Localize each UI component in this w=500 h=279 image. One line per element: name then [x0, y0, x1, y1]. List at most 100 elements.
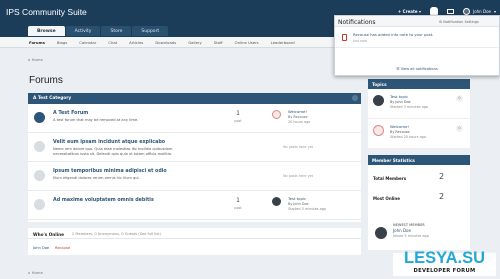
- stat-label: Total Members: [373, 176, 407, 181]
- topics-widget: Test topic By John Doe Started 3 minutes…: [368, 89, 470, 149]
- online-user-link[interactable]: John Doe: [33, 246, 49, 250]
- tab-support[interactable]: Support: [132, 26, 169, 36]
- avatar[interactable]: [272, 110, 281, 119]
- view-all-label: View all notifications: [400, 67, 438, 71]
- breadcrumb[interactable]: ⌂ Home: [28, 57, 43, 62]
- chat-bubble-icon: [34, 170, 45, 181]
- site-title[interactable]: IPS Community Suite: [6, 7, 87, 17]
- reply-count-badge: 0: [456, 95, 463, 102]
- category-header[interactable]: A Test Category: [28, 93, 361, 104]
- topic-title[interactable]: Welcome!: [390, 124, 409, 129]
- collapse-toggle-icon[interactable]: [352, 95, 358, 101]
- forum-name[interactable]: A Test Forum: [53, 111, 88, 116]
- last-post-author: By Recouse: [288, 114, 308, 119]
- last-post-title[interactable]: Test topic: [288, 196, 306, 201]
- avatar[interactable]: [272, 197, 281, 206]
- footer-home-link: Home: [31, 270, 43, 275]
- view-all-notifications-link[interactable]: ☰ View all notifications: [335, 67, 499, 71]
- last-post-title[interactable]: Welcome!: [288, 109, 307, 114]
- no-posts-text: No posts here yet: [283, 174, 313, 178]
- page-title: Forums: [29, 75, 63, 86]
- tab-activity[interactable]: Activity: [65, 26, 101, 36]
- post-count-label: post: [234, 119, 242, 123]
- create-button[interactable]: + Create ▾: [398, 9, 421, 14]
- avatar[interactable]: [375, 227, 387, 239]
- forum-list: A Test Forum A test forum that may be re…: [28, 104, 361, 222]
- topic-time: Started 20 hours ago: [390, 134, 426, 139]
- chat-bubble-icon: [34, 199, 45, 210]
- bell-icon[interactable]: [430, 7, 439, 15]
- notification-settings-link[interactable]: ⚙ Notification Settings: [439, 20, 479, 24]
- notification-item[interactable]: Recouse has added info note to your post…: [335, 27, 499, 48]
- gear-icon: ⚙: [439, 20, 443, 24]
- avatar[interactable]: [373, 95, 384, 106]
- forum-description: Nemo rem dolore quo. Quia esse molestias…: [53, 147, 173, 156]
- subnav-chat[interactable]: Chat: [108, 40, 117, 45]
- avatar[interactable]: [373, 125, 384, 136]
- subnav-online-users[interactable]: Online Users: [235, 40, 259, 45]
- breadcrumb-home: Home: [31, 57, 43, 62]
- category-title: A Test Category: [33, 96, 72, 101]
- subnav-calendar[interactable]: Calendar: [79, 40, 96, 45]
- subnav-leaderboard[interactable]: Leaderboard: [271, 40, 295, 45]
- user-name: John Doe: [473, 8, 491, 14]
- subnav-blogs[interactable]: Blogs: [57, 40, 67, 45]
- no-posts-text: No posts here yet: [283, 145, 313, 149]
- newest-member-joined: Joined 5 minutes ago: [393, 234, 429, 238]
- topics-widget-header: Topics: [368, 79, 470, 89]
- user-dropdown[interactable]: John Doe ▾: [463, 7, 496, 15]
- subnav-gallery[interactable]: Gallery: [188, 40, 202, 45]
- whos-online-title: Who's Online: [33, 231, 64, 237]
- last-post-time: Started 3 minutes ago: [288, 206, 326, 211]
- member-stats-widget: Total Members 2 Most Online 2 NEWEST MEM…: [368, 165, 470, 250]
- primary-nav: Browse Activity Store Support: [28, 26, 169, 36]
- whos-online-panel: Who's Online 2 Members, 0 Anonymous, 0 G…: [28, 228, 361, 255]
- chat-bubble-icon: [34, 141, 45, 152]
- forum-row[interactable]: A Test Forum A test forum that may be re…: [28, 104, 361, 133]
- chat-bubble-icon: [34, 112, 45, 123]
- topic-item[interactable]: Test topic By John Doe Started 3 minutes…: [368, 89, 470, 119]
- stat-value: 2: [439, 172, 445, 181]
- post-count: 1: [236, 110, 240, 117]
- newest-member-name[interactable]: John Doe: [393, 228, 411, 233]
- forum-description: A test forum that may be removed at any …: [53, 118, 139, 122]
- forum-row[interactable]: Ad maxime voluptatem omnis debitis 1 pos…: [28, 191, 361, 220]
- whos-online-summary[interactable]: 2 Members, 0 Anonymous, 0 Guests (See fu…: [72, 232, 161, 236]
- topic-time: Started 3 minutes ago: [390, 104, 428, 109]
- subnav-staff[interactable]: Staff: [214, 40, 223, 45]
- topic-author: By Recouse: [390, 129, 410, 134]
- subnav-forums[interactable]: Forums: [29, 40, 45, 45]
- subnav-articles[interactable]: Articles: [129, 40, 143, 45]
- tab-browse[interactable]: Browse: [28, 26, 65, 36]
- stat-label: Most Online: [373, 196, 400, 201]
- notification-time: Just now: [353, 39, 367, 43]
- online-user-link[interactable]: Recouse: [55, 246, 70, 250]
- notifications-popup: Notifications ⚙ Notification Settings Re…: [334, 15, 500, 76]
- topic-title[interactable]: Test topic: [390, 94, 408, 99]
- notification-text[interactable]: Recouse has added info note to your post…: [353, 32, 433, 37]
- topic-author: By John Doe: [390, 99, 411, 104]
- notification-settings-label: Notification Settings: [443, 20, 479, 24]
- forum-row[interactable]: Velit eum ipsam incidunt atque explicabo…: [28, 133, 361, 162]
- forum-name[interactable]: Ipsum temporibus minima adipisci et odio: [53, 169, 167, 174]
- watermark: LESYA.SU DEVELOPER FORUM: [393, 249, 496, 276]
- forum-name[interactable]: Ad maxime voluptatem omnis debitis: [53, 198, 154, 203]
- subnav-downloads[interactable]: Downloads: [155, 40, 176, 45]
- watermark-sub: DEVELOPER FORUM: [413, 268, 476, 274]
- tab-store[interactable]: Store: [101, 26, 132, 36]
- last-post-time: 20 hours ago: [288, 119, 311, 124]
- create-label: Create: [402, 8, 418, 14]
- mail-icon[interactable]: [447, 8, 455, 14]
- footer-breadcrumb[interactable]: ⌂ Home: [28, 270, 43, 275]
- watermark-main: LESYA.SU: [403, 249, 485, 267]
- forum-row[interactable]: Ipsum temporibus minima adipisci et odio…: [28, 162, 361, 191]
- topic-item[interactable]: Welcome! By Recouse Started 20 hours ago…: [368, 119, 470, 149]
- forum-description: Illum eligendi dolores rerum omnis hic i…: [53, 176, 140, 180]
- forum-name[interactable]: Velit eum ipsam incidunt atque explicabo: [53, 140, 165, 145]
- avatar: [463, 7, 471, 15]
- user-menu: + Create ▾ John Doe ▾: [398, 7, 496, 15]
- last-post-author: By John Doe: [288, 201, 309, 206]
- reply-count-badge: 0: [456, 125, 463, 132]
- member-stats-header: Member Statistics: [368, 155, 470, 165]
- post-count: 1: [236, 197, 240, 204]
